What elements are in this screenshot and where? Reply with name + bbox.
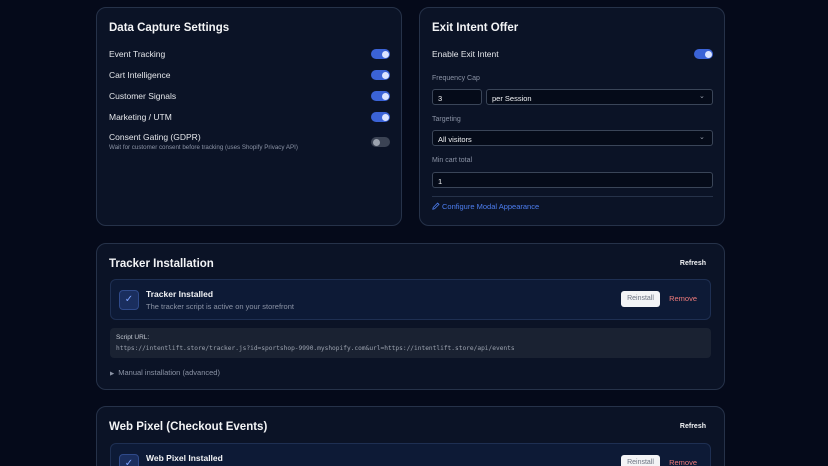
targeting-label: Targeting: [432, 116, 461, 123]
web-pixel-refresh-button[interactable]: Refresh: [680, 423, 706, 430]
chevron-down-icon: ⌄: [699, 134, 705, 141]
web-pixel-reinstall-button[interactable]: Reinstall: [621, 455, 660, 466]
check-icon: ✓: [119, 454, 139, 466]
configure-modal-link[interactable]: Configure Modal Appearance: [432, 202, 539, 211]
tracker-refresh-button[interactable]: Refresh: [680, 260, 706, 267]
exit-intent-card: Exit Intent Offer Enable Exit Intent Fre…: [419, 7, 725, 226]
script-url-label: Script URL:: [116, 334, 150, 341]
configure-modal-label: Configure Modal Appearance: [442, 202, 540, 211]
min-cart-label: Min cart total: [432, 157, 473, 164]
web-pixel-title: Web Pixel (Checkout Events): [109, 421, 268, 433]
script-url-value[interactable]: https://intentlift.store/tracker.js?id=s…: [116, 345, 515, 352]
tracker-installation-title: Tracker Installation: [109, 258, 214, 270]
frequency-unit-value: per Session: [492, 94, 532, 103]
manual-installation-label: Manual installation (advanced): [118, 368, 220, 377]
divider: [432, 196, 713, 197]
targeting-select[interactable]: All visitors ⌄: [432, 130, 713, 146]
exit-intent-title: Exit Intent Offer: [432, 22, 519, 34]
web-pixel-status-box: ✓ Web Pixel Installed Reinstall Remove: [110, 443, 711, 466]
caret-right-icon: ▶: [110, 371, 115, 377]
targeting-value: All visitors: [438, 135, 472, 144]
manual-installation-toggle[interactable]: ▶ Manual installation (advanced): [110, 368, 220, 377]
tracker-status-box: ✓ Tracker Installed The tracker script i…: [110, 279, 711, 320]
tracker-reinstall-button[interactable]: Reinstall: [621, 291, 660, 307]
tracker-status-subtitle: The tracker script is active on your sto…: [146, 302, 294, 311]
web-pixel-status-title: Web Pixel Installed: [146, 453, 223, 463]
tracker-remove-button[interactable]: Remove: [669, 291, 697, 307]
consent-gating-label: Consent Gating (GDPR): [109, 132, 201, 142]
tracker-status-title: Tracker Installed: [146, 289, 214, 299]
consent-gating-toggle[interactable]: [371, 137, 390, 147]
chevron-down-icon: ⌄: [699, 93, 705, 100]
pencil-icon: [432, 202, 440, 210]
frequency-cap-input[interactable]: 3: [432, 89, 482, 105]
consent-gating-description: Wait for customer consent before trackin…: [109, 144, 298, 151]
frequency-cap-label: Frequency Cap: [432, 75, 480, 82]
web-pixel-remove-button[interactable]: Remove: [669, 455, 697, 466]
web-pixel-card: Web Pixel (Checkout Events) Refresh ✓ We…: [96, 406, 725, 466]
event-tracking-label: Event Tracking: [109, 49, 166, 59]
enable-exit-intent-label: Enable Exit Intent: [432, 49, 499, 59]
data-capture-card: Data Capture Settings Event Tracking Car…: [96, 7, 402, 226]
frequency-unit-select[interactable]: per Session ⌄: [486, 89, 713, 105]
min-cart-input[interactable]: 1: [432, 172, 713, 188]
script-url-box: Script URL: https://intentlift.store/tra…: [110, 328, 711, 358]
tracker-installation-card: Tracker Installation Refresh ✓ Tracker I…: [96, 243, 725, 390]
cart-intelligence-label: Cart Intelligence: [109, 70, 171, 80]
customer-signals-label: Customer Signals: [109, 91, 177, 101]
cart-intelligence-toggle[interactable]: [371, 70, 390, 80]
customer-signals-toggle[interactable]: [371, 91, 390, 101]
event-tracking-toggle[interactable]: [371, 49, 390, 59]
marketing-utm-label: Marketing / UTM: [109, 112, 172, 122]
enable-exit-intent-toggle[interactable]: [694, 49, 713, 59]
data-capture-title: Data Capture Settings: [109, 22, 230, 34]
check-icon: ✓: [119, 290, 139, 310]
marketing-utm-toggle[interactable]: [371, 112, 390, 122]
